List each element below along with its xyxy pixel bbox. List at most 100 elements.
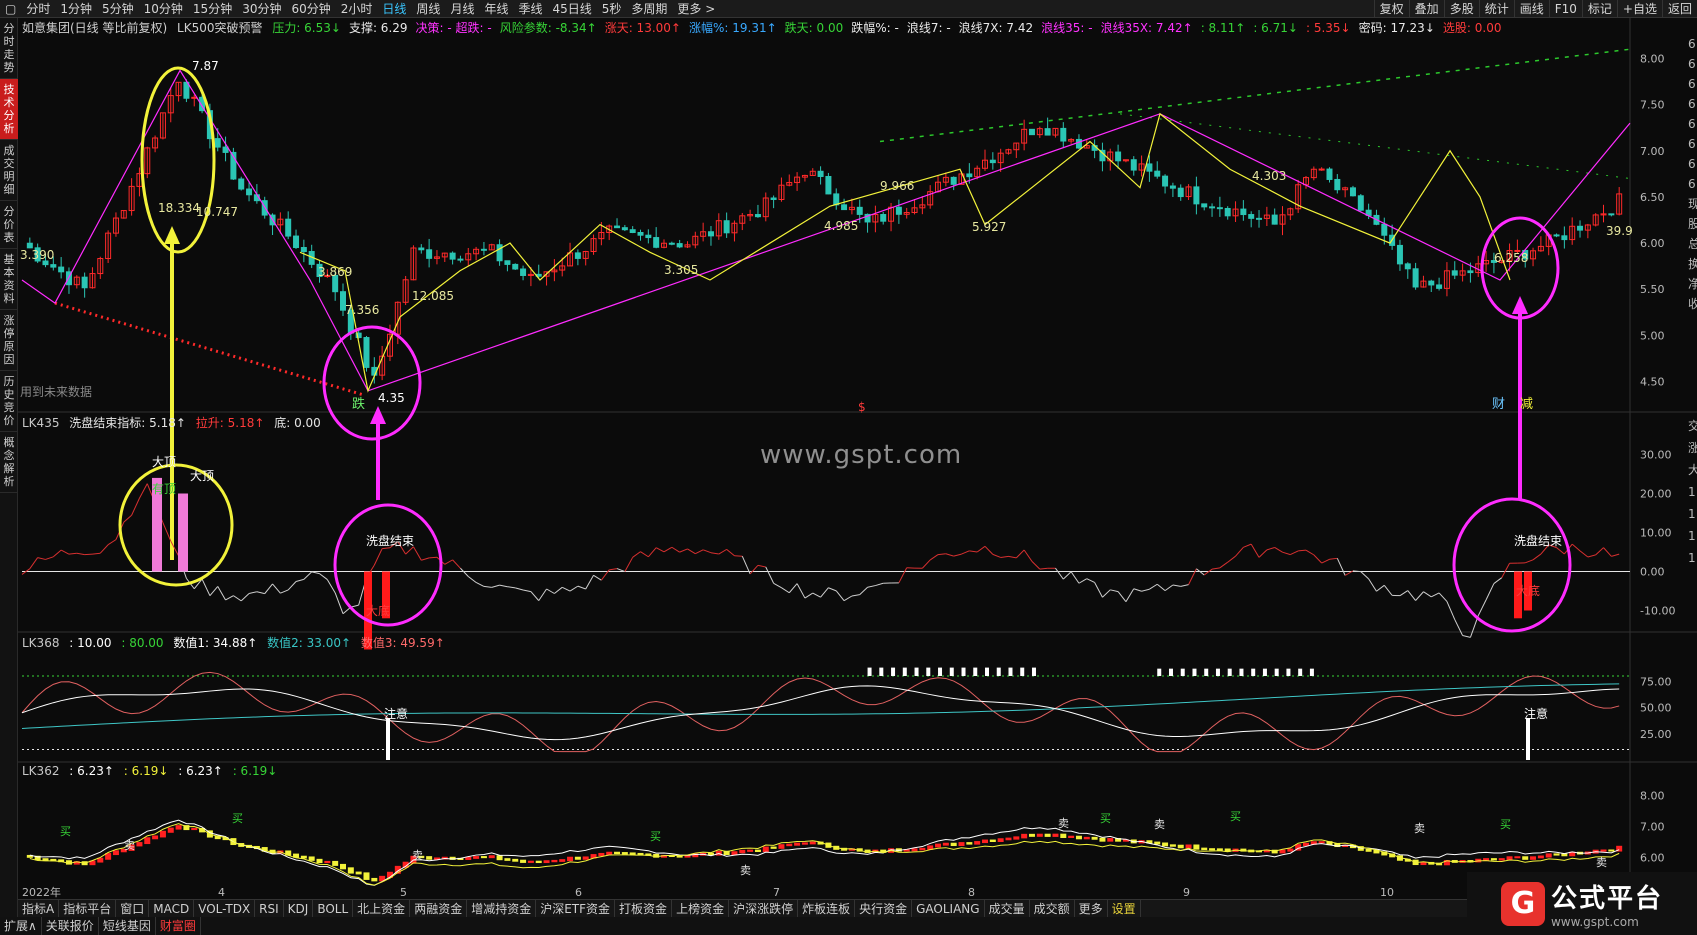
candle-body	[363, 337, 370, 368]
candle-body	[1326, 168, 1333, 180]
oscillator-line	[726, 548, 735, 557]
indicator-tab[interactable]: 两融资金	[410, 900, 468, 917]
trend-bar	[1600, 849, 1607, 852]
buy-label: 买	[1100, 812, 1111, 825]
indicator-tab[interactable]: BOLL	[313, 900, 354, 917]
indicator-tab[interactable]: 设置	[1108, 900, 1141, 917]
trend-bar	[175, 825, 182, 830]
pane4-d: : 6.19↓	[232, 764, 278, 778]
indicator-tab[interactable]: GAOLIANG	[912, 900, 985, 917]
indicator-tab[interactable]: VOL-TDX	[194, 900, 256, 917]
oscillator-line	[898, 567, 908, 584]
indicator-tab[interactable]: KDJ	[284, 900, 314, 917]
candle-body	[1028, 128, 1035, 136]
indicator-tab[interactable]: 打板资金	[615, 900, 673, 917]
oscillator-line	[233, 595, 242, 602]
extension-tabs: 扩展∧ 关联报价 短线基因 财富圈	[0, 917, 1697, 935]
trend-bar	[535, 860, 542, 864]
oscillator-line	[1446, 601, 1456, 620]
sell-label: 卖	[1596, 856, 1607, 869]
y-tick-label: 6.00	[1640, 852, 1665, 865]
oscillator-line	[1611, 553, 1620, 557]
oscillator-line	[452, 559, 461, 569]
overbought-bar	[1298, 668, 1303, 676]
indicator-tab[interactable]: MACD	[149, 900, 195, 917]
indicator-tab[interactable]: 沪深涨跌停	[729, 900, 799, 917]
x-axis-label: 5	[400, 886, 407, 899]
trend-bar	[144, 837, 151, 845]
high-label: 7.87	[192, 59, 219, 73]
oscillator-line	[851, 594, 860, 597]
indicator-tab[interactable]: 央行资金	[855, 900, 913, 917]
right-edge-text: 6	[1688, 37, 1696, 51]
candle-body	[1075, 138, 1082, 149]
oscillator-line	[1023, 549, 1033, 562]
pane4-name[interactable]: LK362	[22, 764, 59, 778]
indicator-name[interactable]: LK500突破预警	[177, 21, 262, 35]
sell-label: 卖	[740, 864, 751, 877]
pane3-v1: : 80.00	[121, 636, 164, 650]
watermark: www.gspt.com	[760, 440, 963, 470]
pane2-name[interactable]: LK435	[22, 416, 59, 430]
indicator-tab[interactable]: 指标A	[18, 900, 60, 917]
indicator-field: 涨天: 13.00↑	[604, 21, 681, 35]
overbought-bar	[985, 667, 989, 676]
extension-tab[interactable]: 扩展∧	[0, 917, 42, 935]
buy-label: 买	[1500, 818, 1511, 831]
buy-label: 买	[1230, 810, 1241, 823]
attention-label: 注意	[1524, 706, 1548, 721]
sell-label: 卖	[1058, 817, 1069, 830]
indicator-tab[interactable]: 成交额	[1030, 900, 1075, 917]
extension-tab[interactable]: 财富圈	[156, 917, 201, 935]
candle-body	[191, 96, 198, 99]
candle-body	[293, 235, 300, 249]
extension-tab[interactable]: 短线基因	[99, 917, 156, 935]
x-axis-label: 8	[968, 886, 975, 899]
candle-body	[246, 188, 253, 196]
right-edge-text: 涨	[1688, 440, 1697, 455]
candle-body	[574, 252, 581, 259]
trend-bar	[1005, 837, 1012, 841]
y-tick-label: 7.00	[1640, 821, 1665, 834]
y-tick-label: 75.00	[1640, 675, 1672, 688]
indicator-tab[interactable]: RSI	[255, 900, 284, 917]
indicator-tab[interactable]: 北上资金	[353, 900, 411, 917]
trend-bar	[512, 858, 519, 862]
oscillator-line	[1055, 567, 1064, 580]
candle-body	[653, 237, 660, 248]
indicator-field: : 6.71↓	[1253, 21, 1298, 35]
buy-label: 买	[650, 830, 661, 843]
indicator-tab[interactable]: 窗口	[116, 900, 150, 917]
trend-bar	[1013, 836, 1020, 840]
indicator-field: 浪线7: -	[906, 21, 951, 35]
oscillator-line	[287, 581, 297, 591]
oscillator-line	[1062, 571, 1072, 580]
trend-bar	[473, 856, 480, 859]
oscillator-line	[593, 574, 602, 581]
indicator-tab[interactable]: 沪深ETF资金	[536, 900, 616, 917]
candle-body	[1216, 207, 1223, 210]
indicator-tab[interactable]: 更多	[1075, 900, 1108, 917]
trend-bar	[1216, 848, 1223, 851]
overbought-bar	[1180, 668, 1185, 676]
candle-body	[1553, 234, 1560, 237]
pane3-name[interactable]: LK368	[22, 636, 59, 650]
indicator-tab[interactable]: 上榜资金	[672, 900, 730, 917]
indicator-field: 浪线35X: 7.42↑	[1100, 21, 1193, 35]
trend-bar	[794, 842, 801, 846]
indicator-tab[interactable]: 炸板连板	[798, 900, 856, 917]
oscillator-line	[52, 549, 62, 558]
trend-bar	[809, 841, 816, 845]
indicator-tab[interactable]: 增减持资金	[467, 900, 537, 917]
candle-body	[285, 218, 292, 237]
trend-line-yellow	[29, 823, 1620, 886]
pane2-rise: 拉升: 5.18↑	[195, 416, 265, 430]
oscillator-line	[538, 588, 547, 601]
right-edge-text: 6	[1688, 137, 1696, 151]
trend-bar	[1530, 856, 1537, 860]
indicator-tab[interactable]: 指标平台	[59, 900, 117, 917]
extension-tab[interactable]: 关联报价	[42, 917, 99, 935]
oscillator-line	[671, 546, 680, 553]
indicator-tab[interactable]: 成交量	[985, 900, 1030, 917]
overbought-bar	[1239, 668, 1244, 676]
